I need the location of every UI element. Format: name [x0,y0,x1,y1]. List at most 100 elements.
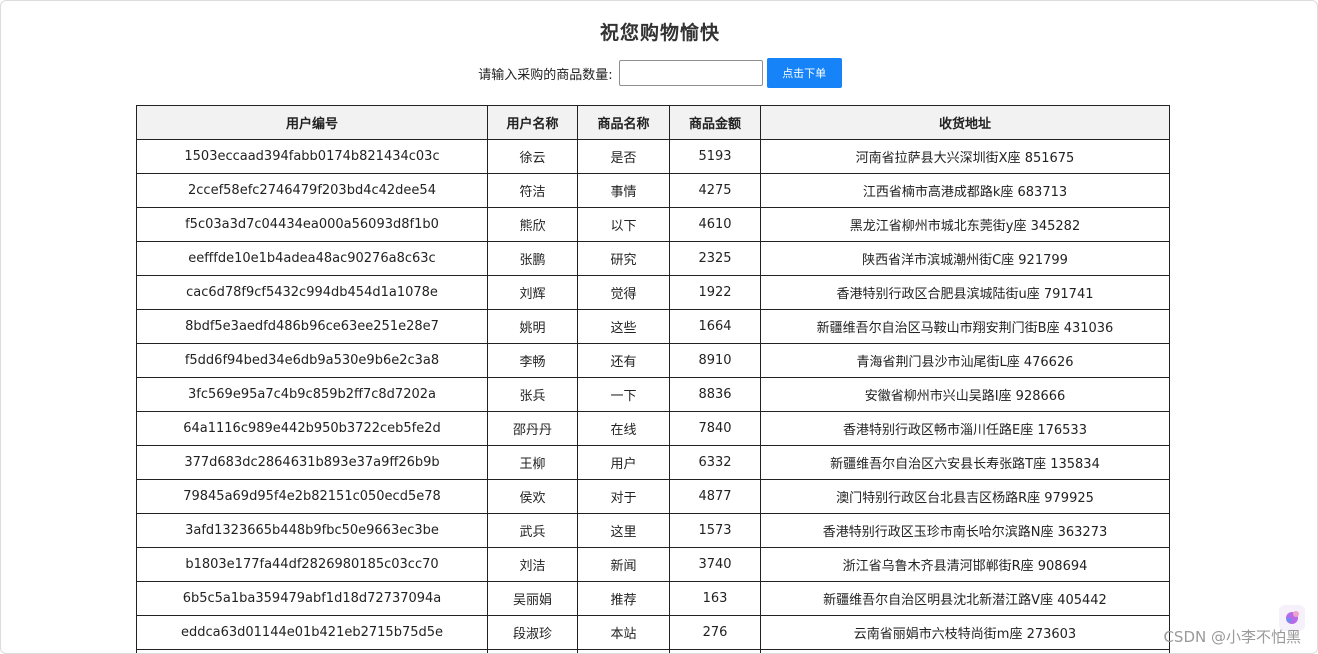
cell-user-id: f5c03a3d7c04434ea000a56093d8f1b0 [136,207,488,242]
cell-user-name: 刘洁 [487,547,578,582]
cell-product-amount: 8836 [669,377,761,412]
cell-product-amount: 3740 [669,547,761,582]
cell-product-amount: 6332 [669,445,761,480]
cell-user-name: 邵丹丹 [487,411,578,446]
table-row: 1503eccaad394fabb0174b821434c03c 徐云 是否 5193… [136,139,1170,174]
cell-product-amount: 4610 [669,207,761,242]
cell-product-name: 一下 [577,377,670,412]
cell-user-id: b1803e177fa44df2826980185c03cc70 [136,547,488,582]
cell-user-id: f5dd6f94bed34e6db9a530e9b6e2c3a8 [136,343,488,378]
cell-user-id: eddca63d01144e01b421eb2715b75d5e [136,615,488,650]
cell-user-name: 熊欣 [487,207,578,242]
cell-user-name: 符洁 [487,173,578,208]
table-row: 64a1116c989e442b950b3722ceb5fe2d 邵丹丹 在线 784… [136,411,1170,446]
table-row: cac6d78f9cf5432c994db454d1a1078e 刘辉 觉得 1922… [136,275,1170,310]
cell-user-name: 武兵 [487,513,578,548]
cell-product-amount: 1922 [669,275,761,310]
cell-user-name: 张兵 [487,377,578,412]
cell-product-name: 事情 [577,173,670,208]
header-product-name: 商品名称 [577,105,670,140]
cell-user-name: 段淑珍 [487,615,578,650]
cell-product-name: 以下 [577,207,670,242]
cell-user-id: 3afd1323665b448b9fbc50e9663ec3be [136,513,488,548]
order-form: 请输入采购的商品数量: 点击下单 [1,58,1317,88]
header-shipping-address: 收货地址 [760,105,1170,140]
cell-shipping-address: 香港特别行政区合肥县滨城陆街u座 791741 [760,275,1170,310]
cell-user-name: 姚明 [487,309,578,344]
cell-user-name: 李畅 [487,343,578,378]
cell-user-id: cac6d78f9cf5432c994db454d1a1078e [136,275,488,310]
cell-shipping-address: 陕西省洋市滨城潮州街C座 921799 [760,241,1170,276]
table-row: eefffde10e1b4adea48ac90276a8c63c 张鹏 研究 2325… [136,241,1170,276]
cell-product-amount: 276 [669,615,761,650]
cell-product-name: 本站 [577,615,670,650]
quantity-label: 请输入采购的商品数量: [478,67,613,83]
table-row: b1803e177fa44df2826980185c03cc70 刘洁 新闻 3740… [136,547,1170,582]
cell-product-name [577,649,670,653]
table-row: 2ccef58efc2746479f203bd4c42dee54 符洁 事情 4275… [136,173,1170,208]
cell-user-name: 侯欢 [487,479,578,514]
cell-shipping-address: 香港特别行政区玉珍市南长哈尔滨路N座 363273 [760,513,1170,548]
cell-user-id: eefffde10e1b4adea48ac90276a8c63c [136,241,488,276]
cell-user-name: 王柳 [487,445,578,480]
cell-user-id: 377d683dc2864631b893e37a9ff26b9b [136,445,488,480]
table-row: f5c03a3d7c04434ea000a56093d8f1b0 熊欣 以下 4610… [136,207,1170,242]
table-row: 3fc569e95a7c4b9c859b2ff7c8d7202a 张兵 一下 8836… [136,377,1170,412]
cell-product-amount: 163 [669,581,761,616]
cell-user-name [487,649,578,653]
assistant-glyph-icon [1286,611,1299,624]
table-row [136,649,1170,653]
cell-product-name: 推荐 [577,581,670,616]
table-row: 377d683dc2864631b893e37a9ff26b9b 王柳 用户 6332… [136,445,1170,480]
header-user-id: 用户编号 [136,105,488,140]
header-user-name: 用户名称 [487,105,578,140]
place-order-button[interactable]: 点击下单 [766,58,842,88]
cell-product-name: 研究 [577,241,670,276]
table-row: 79845a69d95f4e2b82151c050ecd5e78 侯欢 对于 4877… [136,479,1170,514]
cell-shipping-address: 云南省丽娟市六枝特尚街m座 273603 [760,615,1170,650]
orders-table: 用户编号 用户名称 商品名称 商品金额 收货地址 1503eccaad394fa… [136,105,1170,653]
cell-shipping-address [760,649,1170,653]
cell-shipping-address: 黑龙江省柳州市城北东莞街y座 345282 [760,207,1170,242]
header-product-amount: 商品金额 [669,105,761,140]
cell-product-amount: 8910 [669,343,761,378]
cell-shipping-address: 新疆维吾尔自治区六安县长寿张路T座 135834 [760,445,1170,480]
cell-shipping-address: 河南省拉萨县大兴深圳街X座 851675 [760,139,1170,174]
table-row: 3afd1323665b448b9fbc50e9663ec3be 武兵 这里 1573… [136,513,1170,548]
csdn-watermark: CSDN @小李不怕黑 [1163,628,1301,646]
cell-user-name: 吴丽娟 [487,581,578,616]
cell-shipping-address: 浙江省乌鲁木齐县清河邯郸街R座 908694 [760,547,1170,582]
table-row: f5dd6f94bed34e6db9a530e9b6e2c3a8 李畅 还有 8910… [136,343,1170,378]
cell-product-name: 这些 [577,309,670,344]
cell-product-name: 觉得 [577,275,670,310]
cell-product-name: 在线 [577,411,670,446]
cell-user-name: 刘辉 [487,275,578,310]
table-body: 1503eccaad394fabb0174b821434c03c 徐云 是否 5193… [136,139,1170,653]
cell-product-amount: 5193 [669,139,761,174]
quantity-input[interactable] [618,60,763,86]
cell-product-name: 还有 [577,343,670,378]
table-row: 6b5c5a1ba359479abf1d18d72737094a 吴丽娟 推荐 163… [136,581,1170,616]
cell-user-id: 2ccef58efc2746479f203bd4c42dee54 [136,173,488,208]
cell-shipping-address: 新疆维吾尔自治区明县沈北新潜江路V座 405442 [760,581,1170,616]
cell-product-amount [669,649,761,653]
cell-shipping-address: 新疆维吾尔自治区马鞍山市翔安荆门街B座 431036 [760,309,1170,344]
page-title: 祝您购物愉快 [599,22,720,44]
cell-user-id: 3fc569e95a7c4b9c859b2ff7c8d7202a [136,377,488,412]
cell-product-amount: 4275 [669,173,761,208]
cell-user-name: 张鹏 [487,241,578,276]
page-frame: 祝您购物愉快 请输入采购的商品数量: 点击下单 用户编号 用户名称 商品名称 商… [0,0,1318,654]
cell-product-name: 对于 [577,479,670,514]
cell-user-id: 8bdf5e3aedfd486b96ce63ee251e28e7 [136,309,488,344]
cell-shipping-address: 香港特别行政区畅市淄川任路E座 176533 [760,411,1170,446]
table-header-row: 用户编号 用户名称 商品名称 商品金额 收货地址 [136,105,1170,140]
cell-product-name: 用户 [577,445,670,480]
cell-product-amount: 1664 [669,309,761,344]
table-row: 8bdf5e3aedfd486b96ce63ee251e28e7 姚明 这些 1664… [136,309,1170,344]
cell-user-id: 64a1116c989e442b950b3722ceb5fe2d [136,411,488,446]
cell-product-name: 新闻 [577,547,670,582]
cell-product-amount: 4877 [669,479,761,514]
cell-product-name: 这里 [577,513,670,548]
cell-shipping-address: 澳门特别行政区台北县吉区杨路R座 979925 [760,479,1170,514]
cell-shipping-address: 青海省荆门县沙市汕尾街L座 476626 [760,343,1170,378]
